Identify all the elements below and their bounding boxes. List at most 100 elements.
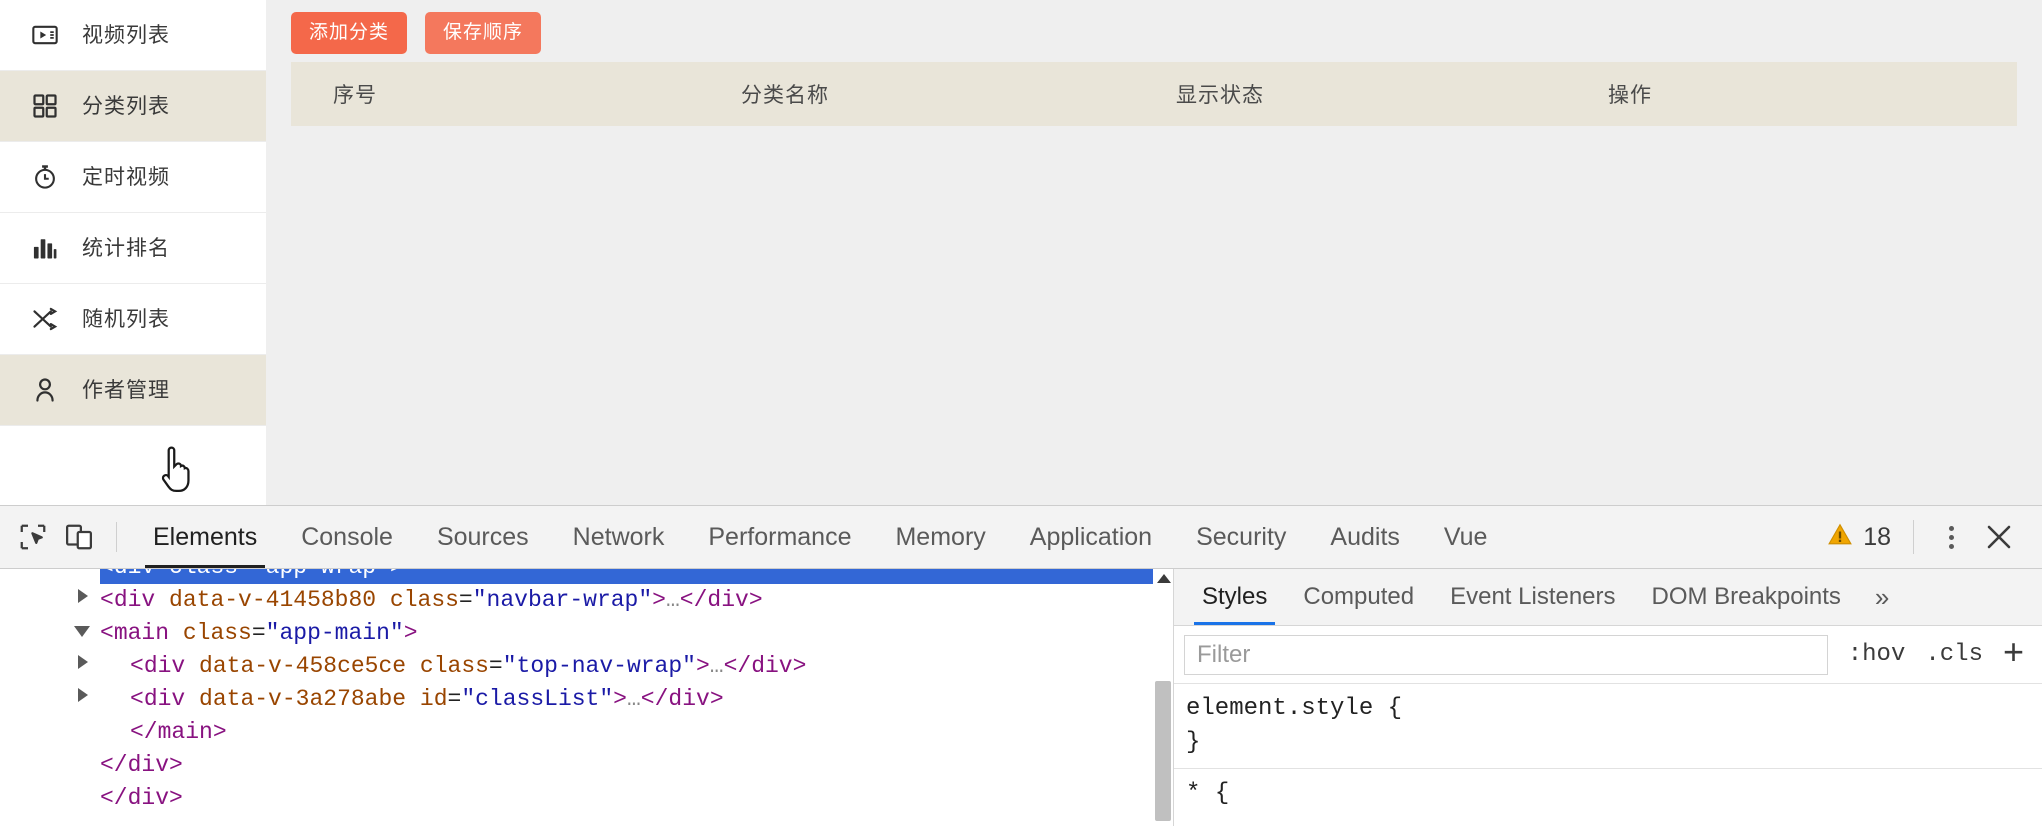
cls-toggle-button[interactable]: .cls <box>1915 641 1993 668</box>
dom-token: div <box>668 686 709 712</box>
style-rule-element-style[interactable]: element.style { } <box>1174 684 2042 769</box>
sidebar-item-random-list[interactable]: 随机列表 <box>0 284 266 355</box>
dom-token: class <box>183 620 252 646</box>
dom-token: div <box>144 686 185 712</box>
dom-token <box>406 686 420 712</box>
twisty-collapsed-icon[interactable] <box>78 589 88 603</box>
hov-toggle-button[interactable]: :hov <box>1838 641 1916 668</box>
dom-token: = <box>252 620 266 646</box>
scroll-up-arrow-icon[interactable] <box>1157 574 1171 583</box>
dom-token: > <box>404 620 418 646</box>
dom-tree-line[interactable]: <div data-v-3a278abe id="classList">…</d… <box>100 683 1173 716</box>
twisty-expanded-icon[interactable] <box>74 626 90 637</box>
dom-token: > <box>390 569 404 580</box>
video-play-icon <box>30 20 60 50</box>
warning-count-badge[interactable]: 18 <box>1826 521 1891 554</box>
new-style-rule-button[interactable]: + <box>1993 634 2036 676</box>
devtools-tab-bar: Elements Console Sources Network Perform… <box>131 506 1509 568</box>
dom-token: "app-wrap" <box>252 569 390 580</box>
dom-tree-line[interactable]: <div class="app-wrap"> <box>100 569 1173 584</box>
add-category-button[interactable]: 添加分类 <box>291 12 407 54</box>
category-table: 序号 分类名称 显示状态 操作 <box>266 62 2042 426</box>
sidebar-item-stats-ranking[interactable]: 统计排名 <box>0 213 266 284</box>
dom-token: div <box>144 653 185 679</box>
dom-token: </ <box>641 686 669 712</box>
tab-audits[interactable]: Audits <box>1308 506 1421 568</box>
twisty-collapsed-icon[interactable] <box>78 655 88 669</box>
sidebar-item-scheduled-video[interactable]: 定时视频 <box>0 142 266 213</box>
dom-tree-line[interactable]: <main class="app-main"> <box>100 617 1173 650</box>
close-icon[interactable] <box>1976 514 2022 560</box>
rule-close-brace: } <box>1186 729 1200 756</box>
dom-tree-line[interactable]: </main> <box>100 716 1173 749</box>
dom-tree-line[interactable]: </div> <box>100 749 1173 782</box>
tab-sources[interactable]: Sources <box>415 506 551 568</box>
dom-token: > <box>749 587 763 613</box>
dom-token: </ <box>100 785 128 811</box>
dom-token <box>155 587 169 613</box>
sidebar-item-author-management[interactable]: 作者管理 <box>0 355 266 426</box>
main-content: 添加分类 保存顺序 序号 分类名称 显示状态 操作 <box>266 0 2042 505</box>
tab-styles[interactable]: Styles <box>1184 569 1285 625</box>
sidebar-item-label: 作者管理 <box>82 380 170 401</box>
tab-performance[interactable]: Performance <box>686 506 873 568</box>
shuffle-icon <box>30 304 60 334</box>
tab-computed[interactable]: Computed <box>1285 569 1432 625</box>
more-tabs-chevron-icon[interactable]: » <box>1859 582 1905 613</box>
rule-selector: * <box>1186 780 1200 807</box>
user-icon <box>30 375 60 405</box>
tab-security[interactable]: Security <box>1174 506 1308 568</box>
dom-token: = <box>238 569 252 580</box>
tab-memory[interactable]: Memory <box>873 506 1007 568</box>
dom-token: > <box>652 587 666 613</box>
stopwatch-icon <box>30 162 60 192</box>
tab-elements[interactable]: Elements <box>131 506 279 568</box>
dom-token: < <box>130 686 144 712</box>
dom-token <box>185 686 199 712</box>
style-rule-universal[interactable]: * { <box>1174 769 2042 819</box>
sidebar-item-label: 随机列表 <box>82 309 170 330</box>
dom-token <box>406 653 420 679</box>
sidebar-item-category-list[interactable]: 分类列表 <box>0 71 266 142</box>
dom-token: data-v-41458b80 <box>169 587 376 613</box>
tab-network[interactable]: Network <box>551 506 687 568</box>
scrollbar-thumb[interactable] <box>1155 681 1171 821</box>
warning-triangle-icon <box>1826 521 1854 554</box>
tab-event-listeners[interactable]: Event Listeners <box>1432 569 1633 625</box>
kebab-menu-icon[interactable] <box>1936 514 1966 560</box>
tab-dom-breakpoints[interactable]: DOM Breakpoints <box>1634 569 1859 625</box>
dom-tree-line[interactable]: <div data-v-458ce5ce class="top-nav-wrap… <box>100 650 1173 683</box>
twisty-collapsed-icon[interactable] <box>78 688 88 702</box>
dom-tree-line[interactable]: <div data-v-41458b80 class="navbar-wrap"… <box>100 584 1173 617</box>
column-header-name: 分类名称 <box>741 79 829 109</box>
dom-token: div <box>114 569 155 580</box>
dom-token: class <box>169 569 238 580</box>
tab-console[interactable]: Console <box>279 506 415 568</box>
dom-token <box>376 587 390 613</box>
dom-token: </ <box>724 653 752 679</box>
sidebar-item-label: 分类列表 <box>82 96 170 117</box>
rule-selector: element.style <box>1186 695 1373 722</box>
toolbar-divider <box>116 522 117 552</box>
save-order-button[interactable]: 保存顺序 <box>425 12 541 54</box>
dom-token <box>155 569 169 580</box>
dom-token: class <box>420 653 489 679</box>
warning-count: 18 <box>1863 523 1891 552</box>
dom-token: div <box>751 653 792 679</box>
dom-token: > <box>696 653 710 679</box>
tab-vue[interactable]: Vue <box>1422 506 1510 568</box>
dom-token <box>185 653 199 679</box>
dom-token: … <box>710 653 724 679</box>
dom-tree-line[interactable]: </div> <box>100 782 1173 815</box>
dom-tree-scrollbar[interactable] <box>1153 569 1173 826</box>
device-toolbar-icon[interactable] <box>56 514 102 560</box>
action-toolbar: 添加分类 保存顺序 <box>266 0 2042 62</box>
devtools-panel: Elements Console Sources Network Perform… <box>0 505 2042 825</box>
styles-filter-input[interactable] <box>1184 635 1828 675</box>
tab-application[interactable]: Application <box>1008 506 1174 568</box>
sidebar-item-video-list[interactable]: 视频列表 <box>0 0 266 71</box>
dom-token: "navbar-wrap" <box>473 587 652 613</box>
bar-chart-icon <box>30 233 60 263</box>
inspect-element-icon[interactable] <box>10 514 56 560</box>
dom-tree-panel[interactable]: <div class="app-wrap"><div data-v-41458b… <box>0 569 1174 826</box>
